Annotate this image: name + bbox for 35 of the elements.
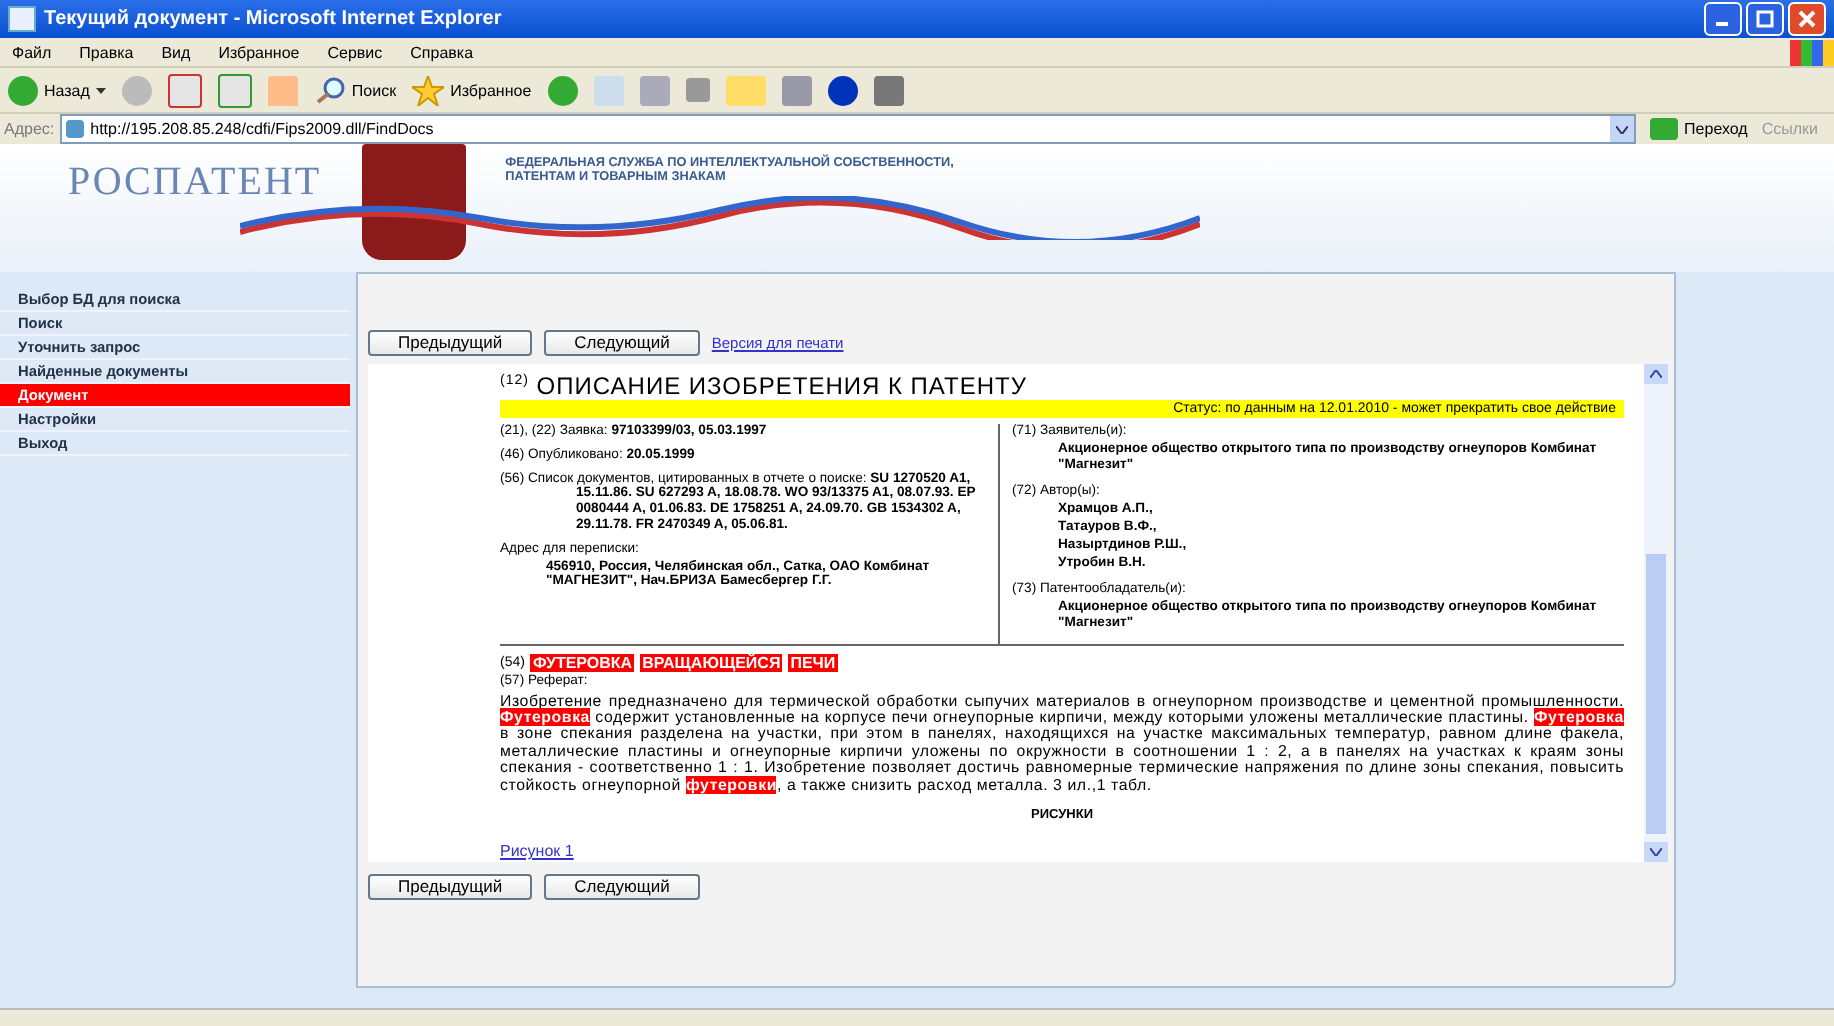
favorites-button[interactable]: Избранное: [412, 75, 532, 105]
nav-button[interactable]: Предыдущий: [368, 874, 533, 900]
document-title: $^{(12)}$ ОПИСАНИЕ ИЗОБРЕТЕНИЯ К ПАТЕНТУ: [500, 370, 1029, 400]
star-icon: [412, 75, 445, 105]
highlighted-word: ФУТЕРОВКА: [530, 653, 635, 672]
emblem-icon: [361, 144, 466, 260]
nav-button[interactable]: Предыдущий: [368, 330, 533, 356]
menu-item[interactable]: Правка: [79, 43, 134, 61]
search-button[interactable]: Поиск: [313, 76, 397, 104]
highlighted-word: ВРАЩАЮЩЕЙСЯ: [640, 653, 783, 672]
menu-item[interactable]: Справка: [410, 43, 474, 61]
address-label: Адрес:: [4, 120, 55, 138]
back-button[interactable]: Назад: [8, 75, 106, 105]
dropdown-caret-icon[interactable]: [1610, 116, 1635, 142]
close-icon[interactable]: [1788, 2, 1826, 36]
highlighted-word: ПЕЧИ: [788, 653, 838, 672]
figure-link[interactable]: Рисунок 1: [500, 842, 574, 862]
nav-button[interactable]: Следующий: [544, 330, 700, 356]
search-icon: [313, 76, 346, 104]
caret-icon: [95, 87, 106, 93]
menu-item[interactable]: Сервис: [327, 43, 383, 61]
address-field[interactable]: http://195.208.85.248/cdfi/Fips2009.dll/FindDocs: [60, 114, 1637, 144]
scroll-up-icon[interactable]: [1644, 364, 1668, 384]
site-logo: РОСПАТЕНТ: [68, 160, 322, 206]
scroll-thumb[interactable]: [1646, 554, 1666, 834]
minimize-icon[interactable]: [1704, 2, 1742, 36]
menu-item[interactable]: Файл: [12, 43, 52, 61]
go-button[interactable]: Переход: [1642, 118, 1756, 140]
scroll-down-icon[interactable]: [1644, 842, 1668, 862]
scrollbar[interactable]: [1644, 364, 1668, 862]
maximize-icon[interactable]: [1746, 2, 1784, 36]
nav-button[interactable]: Следующий: [544, 874, 700, 900]
menu-item[interactable]: Избранное: [218, 43, 300, 61]
menu-item[interactable]: Вид: [161, 43, 191, 61]
window-title: Текущий документ - Microsoft Internet Explorer: [44, 8, 504, 30]
